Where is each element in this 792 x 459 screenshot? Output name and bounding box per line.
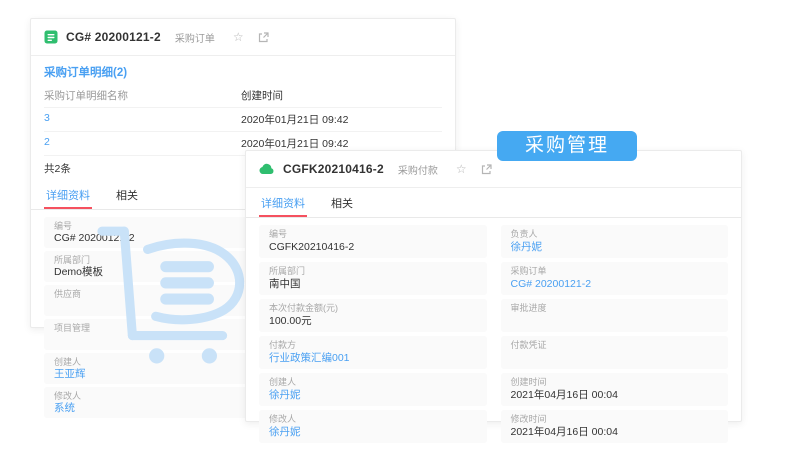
field-label: 创建时间 (510, 377, 547, 387)
related-list-title: 采购订单明细(2) (44, 67, 128, 79)
tab-detail[interactable]: 详细资料 (259, 190, 307, 217)
field-label: 修改人 (269, 414, 297, 424)
table-header-row: 采购订单明细名称 创建时间 (44, 84, 442, 108)
field-created-time: 创建时间 2021年04月16日 00:04 (500, 373, 728, 406)
field-value: 100.00元 (269, 315, 312, 327)
column-header-name: 采购订单明细名称 (44, 90, 128, 102)
field-value (511, 314, 719, 328)
field-label: 修改时间 (510, 414, 547, 424)
field-payment-voucher: 付款凭证 (500, 336, 728, 369)
purchase-payment-card: CGFK20210416-2 采购付款 ☆ 详细资料 相关 编号 CGFK202… (245, 150, 742, 443)
purchase-order-title: CG# 20200121-2 (66, 30, 161, 44)
field-purchase-order-ref: 采购订单 CG# 20200121-2 (500, 262, 728, 295)
field-label: 所属部门 (269, 266, 306, 276)
share-icon[interactable] (481, 163, 492, 175)
tab-related[interactable]: 相关 (114, 182, 140, 209)
field-value-link[interactable]: 徐丹妮 (269, 388, 477, 402)
field-value: CGFK20210416-2 (269, 241, 355, 253)
field-label: 负责人 (510, 229, 538, 239)
page: CG# 20200121-2 采购订单 ☆ 采购订单明细(2) 采购订单明细名称… (0, 0, 792, 459)
row-created-time: 2020年01月21日 09:42 (241, 114, 349, 126)
purchase-payment-icon (259, 163, 274, 175)
purchase-order-icon (44, 30, 58, 44)
star-icon[interactable]: ☆ (456, 162, 467, 176)
field-value: 2021年04月16日 00:04 (510, 426, 618, 438)
field-value-link[interactable]: 行业政策汇编001 (269, 351, 477, 365)
field-modifier: 修改人 徐丹妮 (259, 410, 487, 443)
field-value-link[interactable]: CG# 20200121-2 (511, 277, 719, 291)
field-value: 南中国 (269, 278, 301, 290)
row-name-link[interactable]: 2 (44, 136, 241, 151)
field-payment-amount: 本次付款金额(元) 100.00元 (259, 299, 487, 332)
tab-detail[interactable]: 详细资料 (44, 182, 92, 209)
right-card-fields: 编号 CGFK20210416-2 所属部门 南中国 本次付款金额(元) 100… (246, 218, 741, 453)
field-label: 付款凭证 (510, 340, 547, 350)
field-value: 2021年04月16日 00:04 (510, 389, 618, 401)
row-created-time: 2020年01月21日 09:42 (241, 138, 349, 150)
fields-column-right: 负责人 徐丹妮 采购订单 CG# 20200121-2 审批进度 付款凭证 创建… (500, 225, 728, 447)
purchase-payment-type-label: 采购付款 (397, 165, 438, 177)
column-header-created: 创建时间 (241, 90, 283, 102)
row-name-link[interactable]: 3 (44, 112, 241, 127)
field-value (511, 351, 719, 365)
share-icon[interactable] (258, 31, 269, 43)
field-approval-progress: 审批进度 (500, 299, 728, 332)
table-row: 3 2020年01月21日 09:42 (44, 108, 442, 132)
purchase-order-card-header: CG# 20200121-2 采购订单 ☆ (31, 19, 455, 56)
field-label: 付款方 (269, 340, 297, 350)
field-label: 审批进度 (510, 303, 547, 313)
field-department: 所属部门 南中国 (259, 262, 487, 295)
field-value-link[interactable]: 徐丹妮 (269, 425, 477, 439)
field-modified-time: 修改时间 2021年04月16日 00:04 (500, 410, 728, 443)
field-label: 编号 (269, 229, 288, 239)
field-number: 编号 CGFK20210416-2 (259, 225, 487, 258)
purchase-order-type-label: 采购订单 (174, 33, 215, 45)
purchase-payment-card-header: CGFK20210416-2 采购付款 ☆ (246, 151, 741, 188)
field-creator: 创建人 徐丹妮 (259, 373, 487, 406)
field-label: 本次付款金额(元) (269, 303, 338, 313)
purchase-payment-title: CGFK20210416-2 (283, 162, 384, 176)
field-value-link[interactable]: 徐丹妮 (511, 240, 719, 254)
tab-related[interactable]: 相关 (329, 190, 355, 217)
field-payer: 付款方 行业政策汇编001 (259, 336, 487, 369)
right-card-tabs: 详细资料 相关 (246, 190, 741, 218)
field-label: 创建人 (269, 377, 297, 387)
module-badge-purchase-management: 采购管理 (497, 131, 637, 161)
fields-column-left: 编号 CGFK20210416-2 所属部门 南中国 本次付款金额(元) 100… (259, 225, 487, 447)
star-icon[interactable]: ☆ (233, 30, 244, 44)
field-owner: 负责人 徐丹妮 (500, 225, 728, 258)
field-label: 采购订单 (510, 266, 547, 276)
